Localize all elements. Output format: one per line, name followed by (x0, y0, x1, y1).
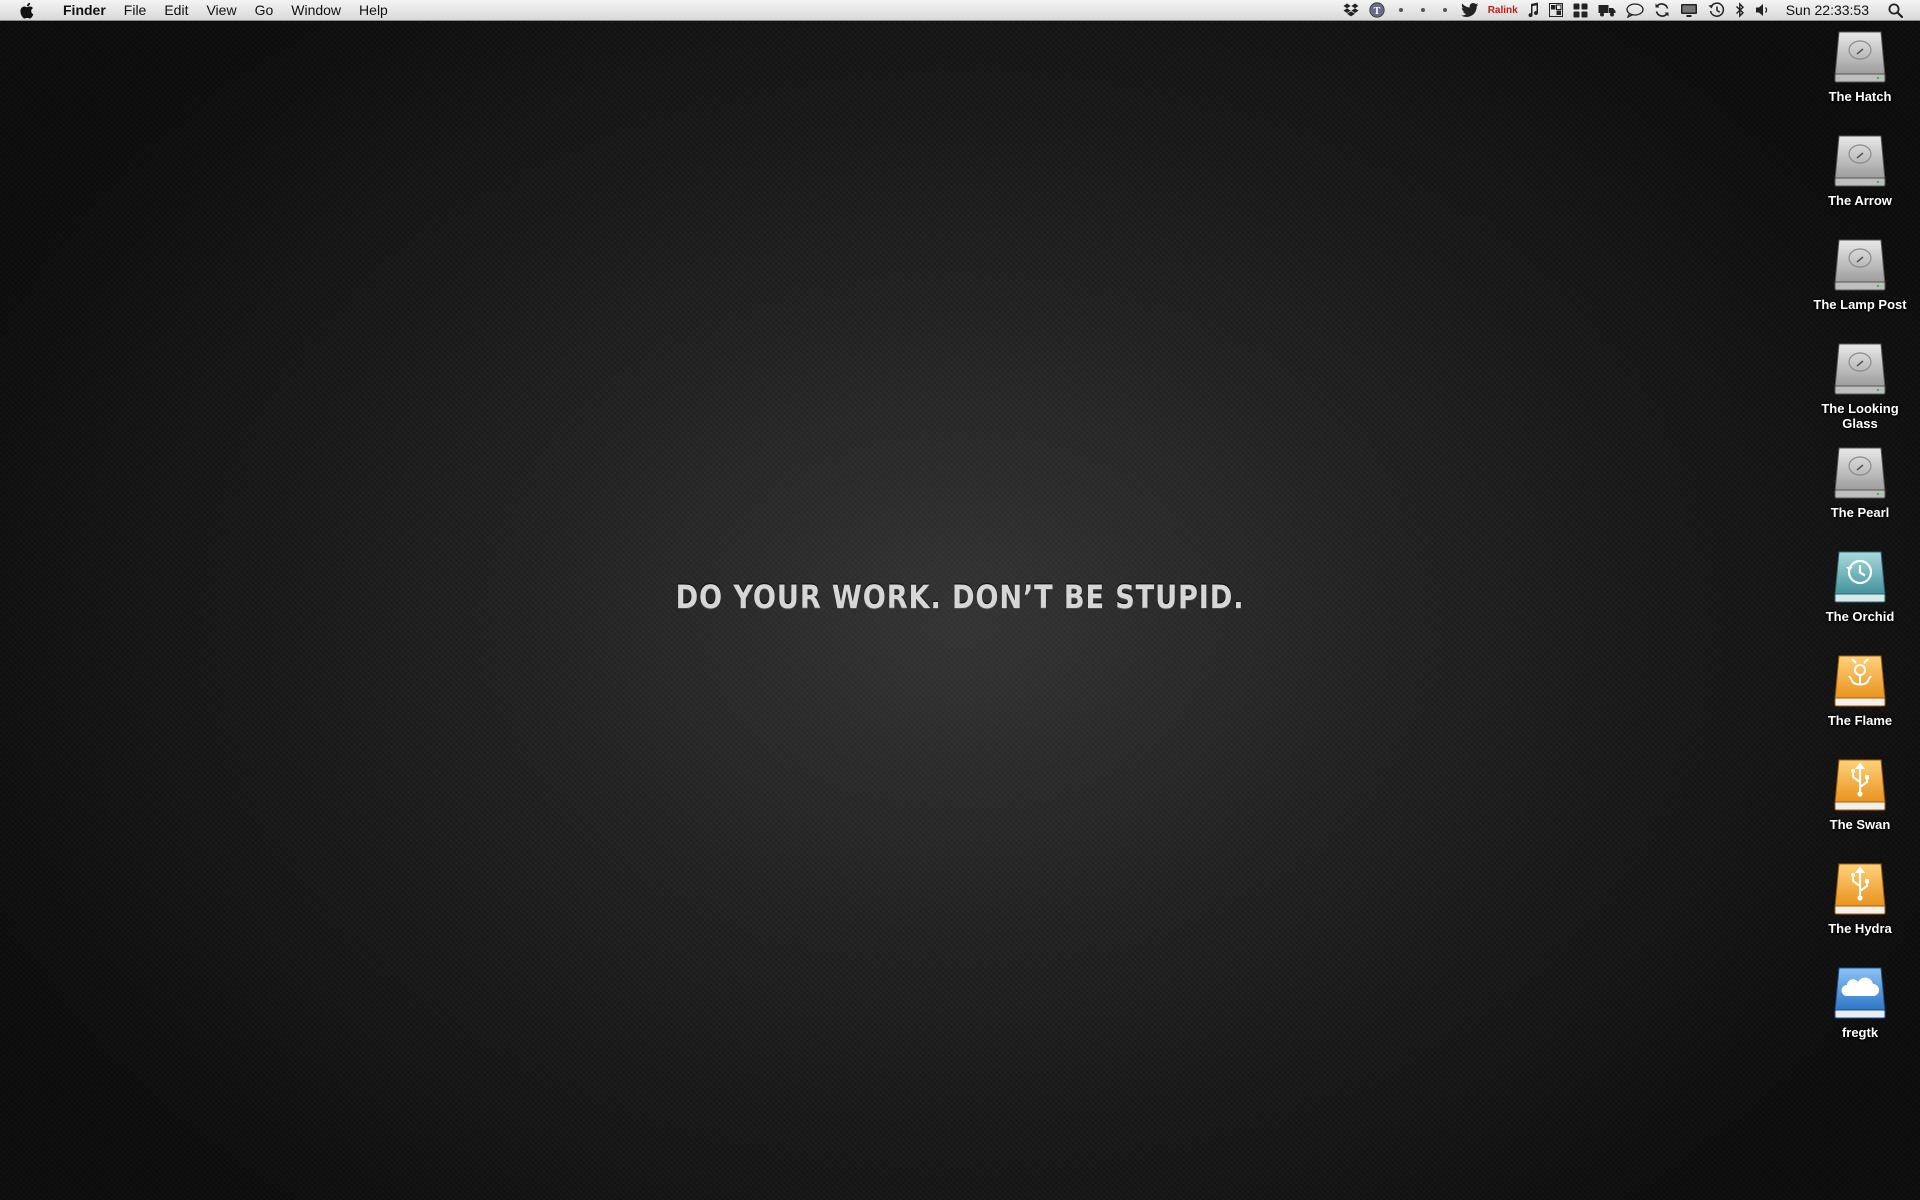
menu-bar-left: Finder File Edit View Go Window Help (0, 0, 397, 21)
menu-bar: Finder File Edit View Go Window Help T R… (0, 0, 1920, 21)
music-note-icon[interactable] (1527, 0, 1539, 21)
grid-icon[interactable] (1548, 0, 1563, 21)
usb-drive-icon (1834, 863, 1886, 915)
desktop-icon-label: The Flame (1827, 713, 1893, 728)
truck-icon[interactable] (1598, 0, 1616, 21)
internal-drive-icon (1834, 135, 1886, 187)
desktop-icon-label: The Lamp Post (1813, 297, 1907, 312)
textexpander-icon[interactable]: T (1369, 0, 1385, 21)
menu-app-finder[interactable]: Finder (53, 0, 115, 21)
desktop-icon-label: The Swan (1829, 817, 1891, 832)
menu-bar-clock[interactable]: Sun 22:33:53 (1786, 0, 1869, 21)
menu-edit[interactable]: Edit (155, 0, 197, 21)
apps-grid-icon[interactable] (1573, 0, 1588, 21)
menu-help[interactable]: Help (350, 0, 397, 21)
desktop-icon-label: The Arrow (1828, 193, 1892, 208)
menu-window[interactable]: Window (282, 0, 350, 21)
desktop-icon-label: The Hatch (1828, 89, 1892, 104)
menu-file[interactable]: File (115, 0, 156, 21)
time-machine-drive-icon (1834, 551, 1886, 603)
dot-icon[interactable] (1395, 0, 1407, 21)
desktop-icon-fregtk[interactable]: fregtk (1800, 962, 1920, 1040)
wallpaper-motto: DO YOUR WORK. DON’T BE STUPID. (675, 578, 1245, 616)
firewire-drive-icon (1834, 655, 1886, 707)
speech-bubble-icon[interactable] (1626, 0, 1644, 21)
apple-menu-icon[interactable] (17, 1, 35, 19)
usb-drive-icon (1834, 759, 1886, 811)
internal-drive-icon (1834, 447, 1886, 499)
desktop-icon-the-hatch[interactable]: The Hatch (1800, 26, 1920, 104)
dot-icon[interactable] (1439, 0, 1451, 21)
volume-icon[interactable] (1755, 0, 1771, 21)
desktop-icon-label: The Orchid (1825, 609, 1895, 624)
internal-drive-icon (1834, 343, 1886, 395)
time-machine-icon[interactable] (1708, 0, 1725, 21)
internal-drive-icon (1834, 31, 1886, 83)
desktop-icon-the-hydra[interactable]: The Hydra (1800, 858, 1920, 936)
display-icon[interactable] (1680, 0, 1698, 21)
svg-text:T: T (1373, 6, 1380, 17)
desktop-icon-label: The Hydra (1828, 921, 1892, 936)
desktop-icon-the-flame[interactable]: The Flame (1800, 650, 1920, 728)
menu-bar-extras: T Ralink Sun 22:33:53 (1338, 0, 1920, 21)
spotlight-icon[interactable] (1888, 0, 1903, 21)
desktop-icon-the-orchid[interactable]: The Orchid (1800, 546, 1920, 624)
desktop-icon-the-looking-glass[interactable]: The Looking Glass (1800, 338, 1920, 431)
icloud-drive-icon (1834, 967, 1886, 1019)
desktop-icon-the-swan[interactable]: The Swan (1800, 754, 1920, 832)
desktop-icon-the-lamp-post[interactable]: The Lamp Post (1800, 234, 1920, 312)
dot-icon[interactable] (1417, 0, 1429, 21)
ralink-wireless-status[interactable]: Ralink (1488, 0, 1518, 21)
internal-drive-icon (1834, 239, 1886, 291)
menu-go[interactable]: Go (246, 0, 283, 21)
menu-view[interactable]: View (197, 0, 245, 21)
dropbox-icon[interactable] (1343, 0, 1359, 21)
bluetooth-icon[interactable] (1735, 0, 1745, 21)
sync-icon[interactable] (1654, 0, 1670, 21)
desktop-icon-label: The Pearl (1830, 505, 1890, 520)
desktop-icon-label: The Looking Glass (1821, 401, 1899, 431)
twitter-icon[interactable] (1460, 0, 1479, 21)
desktop-icon-the-pearl[interactable]: The Pearl (1800, 442, 1920, 520)
desktop-icon-label: fregtk (1841, 1025, 1879, 1040)
desktop-icon-the-arrow[interactable]: The Arrow (1800, 130, 1920, 208)
